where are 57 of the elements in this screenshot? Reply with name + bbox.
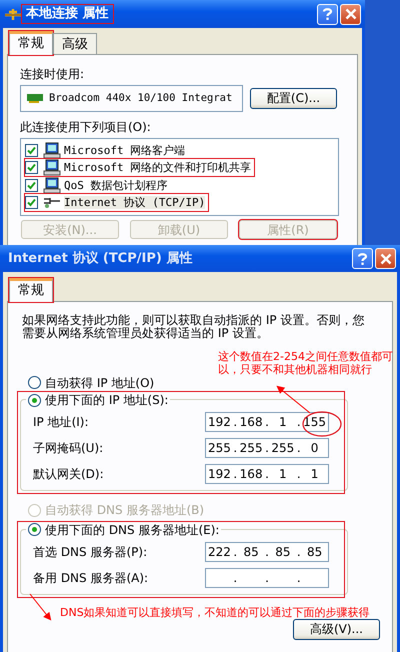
checkbox[interactable] (25, 196, 38, 210)
window-title: 本地连接 属性 (22, 5, 113, 23)
computer-icon (43, 176, 61, 194)
field-label: 子网掩码(U): (33, 441, 104, 456)
list-item[interactable]: Internet 协议 (TCP/IP) (64, 196, 206, 210)
field-label: 备用 DNS 服务器(A): (33, 570, 150, 586)
radio-label: 使用下面的 DNS 服务器地址(E): (45, 522, 220, 538)
tab[interactable]: 高级 (53, 33, 97, 54)
list-item[interactable]: QoS 数据包计划程序 (64, 178, 168, 192)
radio-button[interactable] (28, 523, 41, 536)
computer-icon (43, 159, 61, 176)
ip-field[interactable]: 222 . 85 . 85 . 85 (205, 542, 329, 562)
window-title: Internet 协议 (TCP/IP) 属性 (7, 250, 194, 268)
ip-field[interactable]: 192 . 168 . 1 . 155 (205, 412, 329, 432)
ip-field[interactable]: . . . (205, 568, 329, 588)
close-button[interactable] (375, 248, 396, 269)
configure-button[interactable]: 配置(C)... (250, 88, 337, 109)
network-card-icon (27, 93, 43, 104)
field-label: IP 地址(I): (33, 415, 90, 430)
tab[interactable]: 常规 (9, 31, 53, 55)
annotation-arrow (276, 386, 310, 414)
close-button[interactable] (340, 4, 361, 24)
description: 如果网络支持此功能，则可以获取自动指派的 IP 设置。否则，您需要从网络系统管理员处获得适当的 IP 设置。 (22, 314, 366, 340)
action-button: 卸载(U) (130, 220, 228, 240)
checkbox[interactable] (25, 161, 38, 174)
highlight-ellipse (302, 411, 342, 437)
field-label: 连接时使用: (20, 66, 86, 81)
computer-icon (43, 142, 61, 159)
help-button[interactable] (317, 4, 338, 24)
help-icon (322, 7, 333, 21)
radio-label: 自动获得 DNS 服务器地址(B) (45, 503, 204, 518)
close-icon (344, 8, 356, 20)
adapter-name: Broadcom 440x 10/100 Integrat (49, 92, 232, 105)
advanced-button[interactable]: 高级(V)... (293, 619, 380, 640)
field-label: 首选 DNS 服务器(P): (33, 544, 148, 560)
radio-label: 使用下面的 IP 地址(S): (45, 392, 168, 408)
annotation-text: 这个数值在2-254之间任意数值都可以，只要不和其他机器相同就行 (218, 350, 394, 376)
action-button: 属性(R) (239, 220, 337, 240)
ip-field[interactable]: 255 . 255 . 255 . 0 (205, 438, 329, 458)
annotation-text: DNS如果知道可以直接填写，不知道的可以通过下面的步骤获得 (60, 606, 370, 619)
radio-button[interactable] (28, 394, 41, 407)
checkbox[interactable] (25, 144, 38, 157)
field-label: 默认网关(D): (33, 467, 105, 482)
help-button[interactable] (352, 248, 373, 269)
ip-field[interactable]: 192 . 168 . 1 . 1 (205, 464, 329, 484)
close-icon (380, 252, 392, 264)
network-icon (4, 7, 22, 21)
checkbox[interactable] (25, 178, 38, 192)
tab[interactable]: 常规 (9, 278, 53, 302)
help-icon (357, 252, 368, 266)
action-button: 安装(N)... (21, 220, 119, 240)
radio-button[interactable] (28, 376, 41, 390)
list-item[interactable]: Microsoft 网络客户端 (64, 144, 186, 157)
annotation-arrow (30, 594, 52, 621)
field-label: 此连接使用下列项目(O): (20, 120, 152, 134)
list-item[interactable]: Microsoft 网络的文件和打印机共享 (64, 161, 252, 174)
radio-label: 自动获得 IP 地址(O) (45, 376, 154, 390)
